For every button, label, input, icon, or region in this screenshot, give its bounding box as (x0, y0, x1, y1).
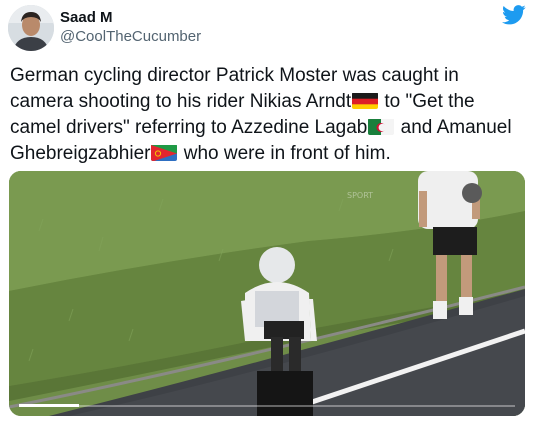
germany-flag-icon (352, 92, 379, 109)
video-progress-fill (19, 404, 79, 407)
tweet-text-part4: who were in front of him. (178, 143, 391, 164)
twitter-bird-icon[interactable] (502, 5, 526, 25)
author-name[interactable]: Saad M (60, 9, 113, 27)
video-frame: SPORT (9, 171, 525, 416)
algeria-flag-icon (368, 118, 395, 135)
tweet-text: German cycling director Patrick Moster w… (10, 63, 525, 167)
video-progress-track (19, 405, 515, 407)
tweet-header: Saad M @CoolTheCucumber (8, 5, 526, 55)
author-handle[interactable]: @CoolTheCucumber (60, 28, 201, 46)
eritrea-flag-icon (151, 144, 178, 161)
svg-text:SPORT: SPORT (347, 191, 373, 200)
avatar[interactable] (8, 5, 54, 51)
video-player[interactable]: SPORT (9, 171, 525, 416)
